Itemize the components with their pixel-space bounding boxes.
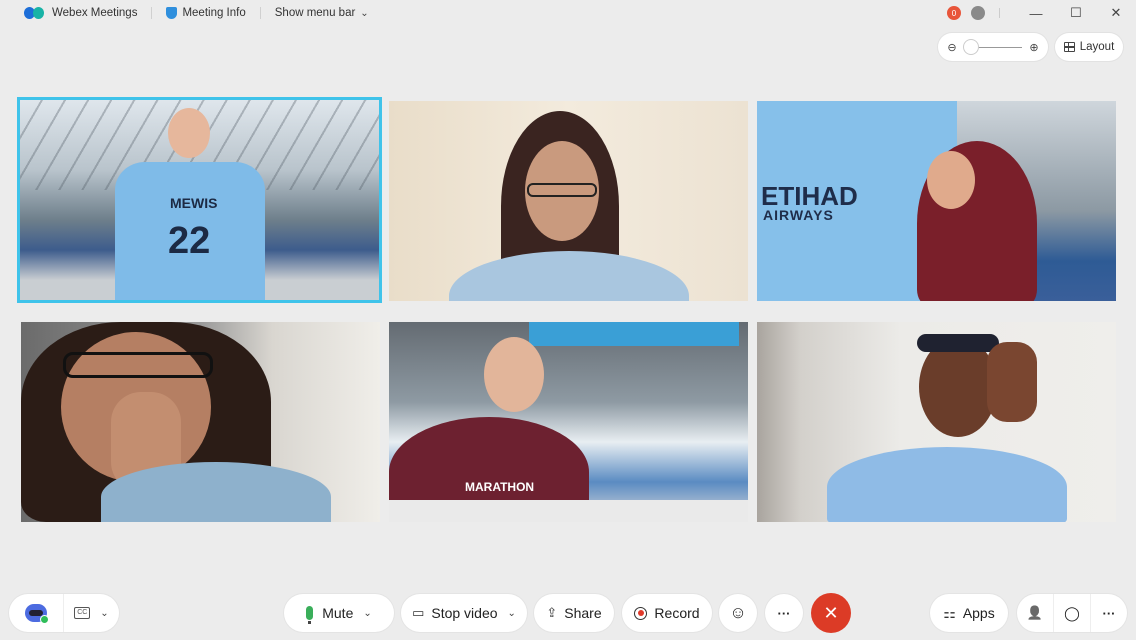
participant-head (484, 337, 544, 412)
webex-assistant-button[interactable] (9, 594, 63, 632)
show-menu-bar-label: Show menu bar (274, 7, 356, 19)
video-zoom-control: ⊖ ⊕ (938, 33, 1048, 61)
participant-head (919, 337, 997, 437)
chat-button[interactable]: ◯ (1053, 594, 1090, 632)
participant-video-tile[interactable]: MEWIS 22 (17, 97, 382, 303)
record-label: Record (654, 605, 700, 621)
title-bar: Webex Meetings Meeting Info Show menu ba… (0, 0, 1136, 26)
mute-label: Mute (322, 605, 354, 621)
assistant-bot-icon (25, 604, 49, 624)
participants-button[interactable]: 👤 (1017, 594, 1053, 632)
share-label: Share (564, 605, 602, 621)
record-button[interactable]: Record (622, 594, 712, 632)
divider (999, 8, 1000, 18)
participant-video-tile[interactable] (389, 101, 748, 301)
zoom-slider-thumb[interactable] (964, 40, 978, 54)
right-panel-group: 👤 ◯ ··· (1017, 594, 1127, 632)
headband (917, 334, 999, 352)
smiley-icon: ☺ (729, 603, 747, 622)
layout-label: Layout (1079, 41, 1115, 53)
notification-badge[interactable]: 0 (947, 6, 961, 20)
participant-video-tile[interactable] (757, 322, 1116, 522)
user-avatar[interactable] (971, 6, 985, 20)
webex-logo-icon (24, 6, 46, 20)
apps-grid-icon: ⚏ (943, 604, 956, 621)
share-upload-icon: ⇪ (546, 605, 558, 620)
grid-layout-icon (1063, 42, 1075, 52)
stop-video-label: Stop video (431, 605, 498, 621)
zoom-slider[interactable] (964, 40, 1022, 54)
participant-head (927, 151, 975, 209)
divider (259, 7, 261, 19)
jacket-text: MARATHON (465, 480, 535, 494)
record-icon (634, 606, 648, 620)
jersey-sponsor-sub: AIRWAYS (763, 207, 834, 223)
video-camera-icon: ▭ (412, 605, 425, 620)
ellipsis-icon: ··· (1102, 605, 1116, 621)
participant-video-tile[interactable]: ETIHAD AIRWAYS (757, 101, 1116, 301)
show-menu-bar-button[interactable]: Show menu bar ⌄ (275, 7, 369, 19)
table (389, 500, 748, 522)
more-panels-button[interactable]: ··· (1090, 594, 1127, 632)
zoom-in-icon[interactable]: ⊕ (1028, 41, 1040, 54)
app-title: Webex Meetings (52, 7, 138, 19)
assistant-cc-group: CC ⌄ (9, 594, 119, 632)
jersey-name: MEWIS (170, 195, 218, 211)
end-meeting-button[interactable]: ✕ (811, 593, 851, 633)
glasses (527, 183, 597, 197)
cc-icon: CC (74, 607, 91, 619)
chat-bubble-icon: ◯ (1064, 604, 1080, 621)
zoom-out-icon[interactable]: ⊖ (946, 41, 958, 54)
close-window-button[interactable]: ✕ (1096, 5, 1136, 21)
participants-icon: 👤 (1026, 605, 1044, 620)
meeting-info-button[interactable]: Meeting Info (166, 7, 246, 19)
apps-label: Apps (962, 605, 995, 621)
shield-icon (166, 7, 178, 19)
more-options-button[interactable]: ··· (765, 594, 803, 632)
layout-button[interactable]: Layout (1055, 33, 1123, 61)
video-options-chevron[interactable]: ⌄ (508, 608, 516, 619)
chevron-down-icon: ⌄ (360, 7, 369, 19)
mute-button[interactable]: Mute ⌄ (284, 594, 394, 632)
reactions-button[interactable]: ☺ (719, 594, 757, 632)
share-button[interactable]: ⇪ Share (534, 594, 614, 632)
apps-button[interactable]: ⚏ Apps (930, 594, 1008, 632)
stadium-banner (529, 322, 739, 346)
participant-head (168, 108, 210, 158)
divider (151, 7, 153, 19)
closed-captions-button[interactable]: CC ⌄ (63, 594, 119, 632)
shirt (827, 447, 1067, 522)
ellipsis-icon: ··· (777, 605, 791, 621)
jersey-number: 22 (168, 220, 211, 262)
waving-hand (987, 342, 1037, 422)
meeting-info-label: Meeting Info (182, 7, 246, 19)
glasses (63, 352, 213, 378)
minimize-button[interactable]: — (1016, 6, 1056, 21)
participant-video-tile[interactable]: MARATHON (389, 322, 748, 522)
participant-video-tile[interactable] (21, 322, 380, 522)
microphone-icon (306, 606, 314, 624)
chevron-down-icon[interactable]: ⌄ (100, 608, 108, 619)
stop-video-button[interactable]: ▭ Stop video ⌄ (401, 594, 527, 632)
close-icon: ✕ (823, 602, 839, 623)
maximize-button[interactable]: ☐ (1056, 5, 1096, 21)
audio-options-chevron[interactable]: ⌄ (363, 608, 371, 619)
